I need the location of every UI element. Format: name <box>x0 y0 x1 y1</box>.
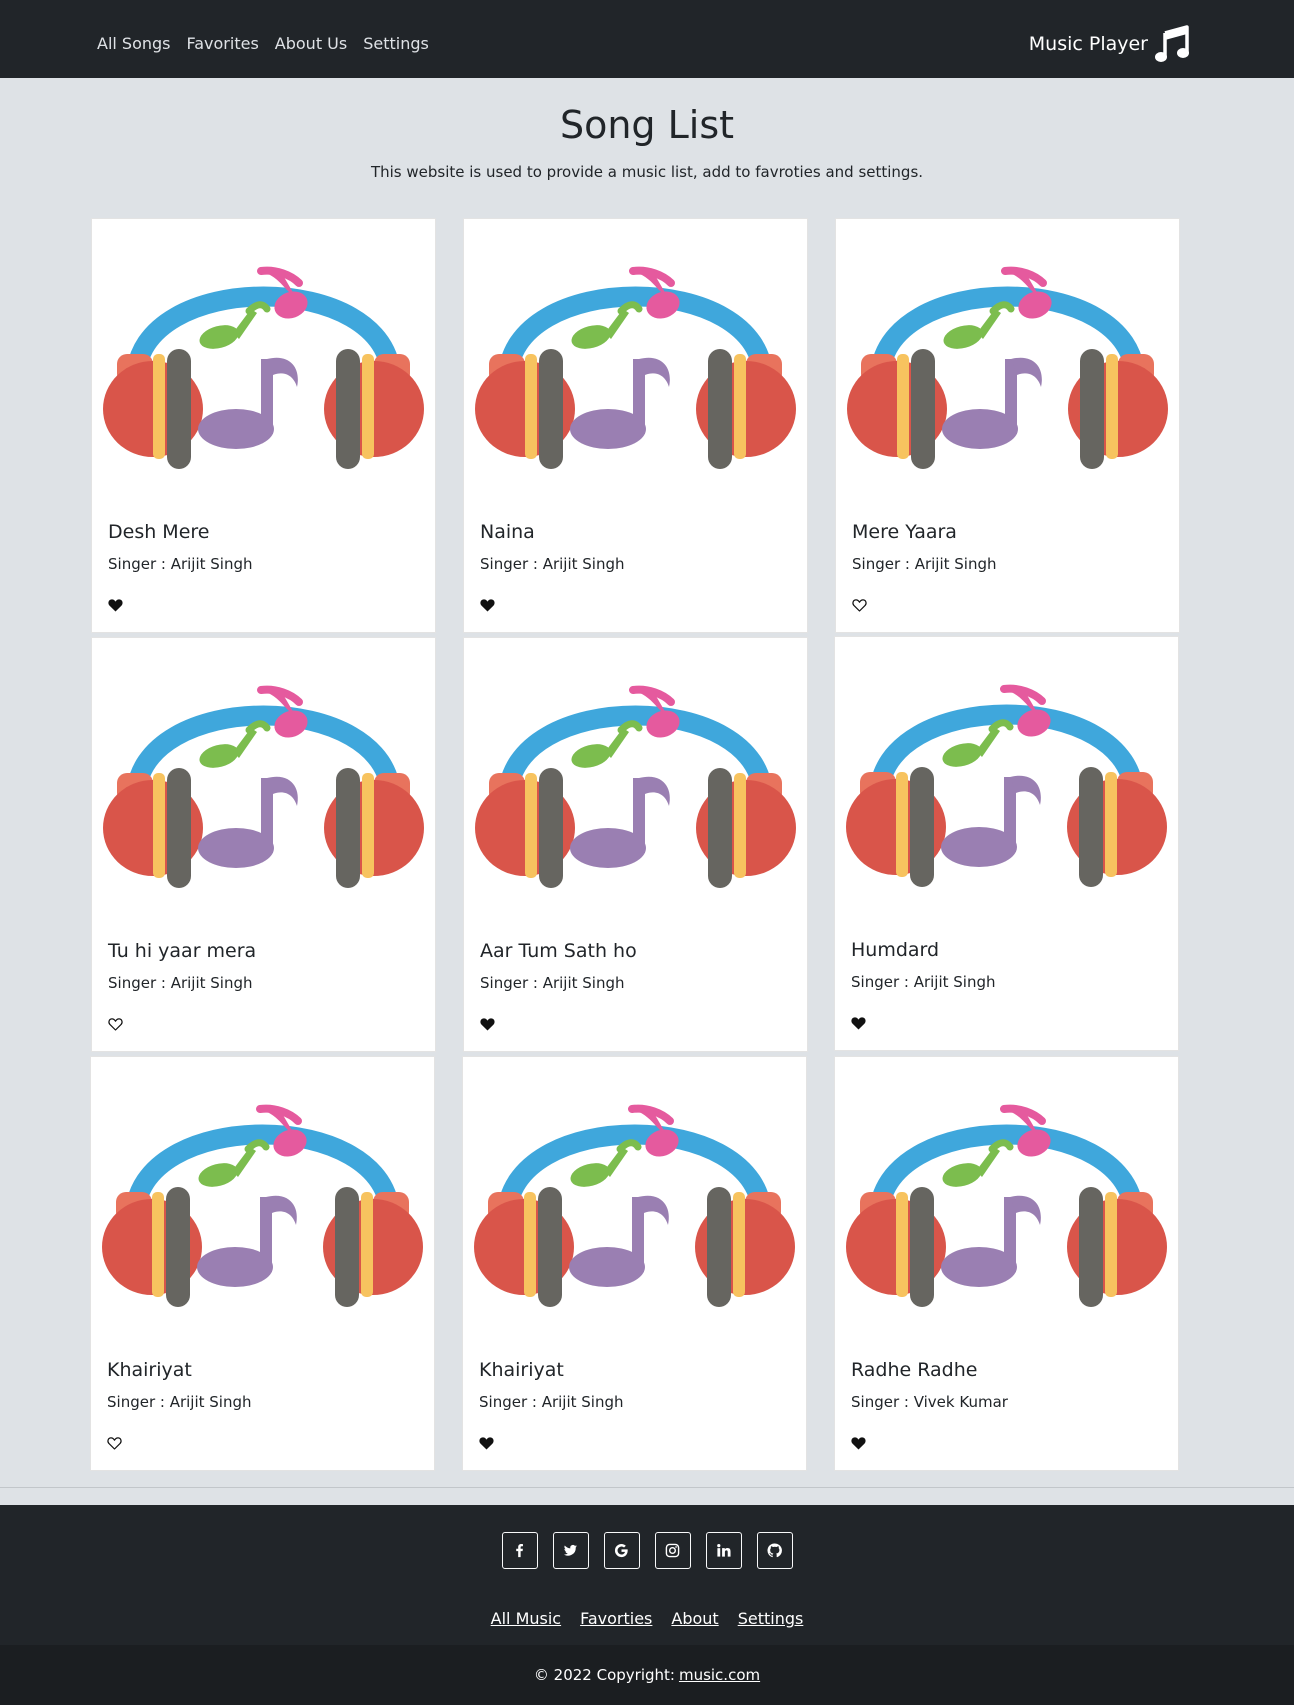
song-title: Tu hi yaar mera <box>108 940 257 962</box>
song-singer: Singer : Arijit Singh <box>108 555 253 573</box>
song-card[interactable]: Khairiyat Singer : Arijit Singh <box>462 1056 807 1471</box>
heart-filled-icon[interactable] <box>478 1435 495 1451</box>
music-note-icon <box>1155 25 1189 62</box>
song-singer: Singer : Arijit Singh <box>480 555 625 573</box>
song-title: Naina <box>480 521 535 543</box>
song-singer: Singer : Arijit Singh <box>108 974 253 992</box>
instagram-button[interactable] <box>654 1532 691 1569</box>
github-icon <box>767 1543 782 1558</box>
facebook-icon <box>516 1543 523 1558</box>
navbar: All Songs Favorites About Us Settings Mu… <box>0 0 1294 78</box>
heart-filled-icon[interactable] <box>850 1435 867 1451</box>
footer-link-all-music[interactable]: All Music <box>491 1609 561 1628</box>
heart-outline-icon[interactable] <box>851 597 868 613</box>
headphones-music-image <box>844 647 1169 912</box>
song-title: Humdard <box>851 939 940 961</box>
song-singer: Singer : Arijit Singh <box>852 555 997 573</box>
song-card[interactable]: Khairiyat Singer : Arijit Singh <box>90 1056 435 1471</box>
nav-links: All Songs Favorites About Us Settings <box>97 34 429 53</box>
copyright-bar: © 2022 Copyright: music.com <box>0 1645 1294 1705</box>
footer-link-favorites[interactable]: Favorties <box>580 1609 652 1628</box>
headphones-music-image <box>473 229 798 494</box>
song-singer: Singer : Arijit Singh <box>107 1393 252 1411</box>
social-buttons <box>0 1532 1294 1569</box>
nav-link-about-us[interactable]: About Us <box>275 34 347 53</box>
facebook-button[interactable] <box>501 1532 538 1569</box>
instagram-icon <box>665 1543 680 1558</box>
google-button[interactable] <box>603 1532 640 1569</box>
headphones-music-image <box>845 229 1170 494</box>
headphones-music-image <box>844 1067 1169 1332</box>
copyright-link[interactable]: music.com <box>679 1666 760 1684</box>
song-card[interactable]: Naina Singer : Arijit Singh <box>463 218 808 633</box>
song-singer: Singer : Vivek Kumar <box>851 1393 1008 1411</box>
page-subtitle: This website is used to provide a music … <box>370 163 924 181</box>
song-card[interactable]: Mere Yaara Singer : Arijit Singh <box>835 218 1180 633</box>
page-title: Song List <box>559 103 735 147</box>
song-card[interactable]: Aar Tum Sath ho Singer : Arijit Singh <box>463 637 808 1052</box>
heart-filled-icon[interactable] <box>107 597 124 613</box>
heart-filled-icon[interactable] <box>479 597 496 613</box>
song-card[interactable]: Desh Mere Singer : Arijit Singh <box>91 218 436 633</box>
headphones-music-image <box>473 648 798 913</box>
linkedin-icon <box>717 1544 731 1557</box>
song-singer: Singer : Arijit Singh <box>851 973 996 991</box>
headphones-music-image <box>101 229 426 494</box>
brand[interactable]: Music Player <box>1029 25 1190 63</box>
copyright-text: © 2022 Copyright: <box>533 1666 675 1684</box>
song-title: Mere Yaara <box>852 521 957 543</box>
twitter-button[interactable] <box>552 1532 589 1569</box>
google-icon <box>614 1543 628 1558</box>
nav-link-settings[interactable]: Settings <box>363 34 429 53</box>
song-card[interactable]: Tu hi yaar mera Singer : Arijit Singh <box>91 637 436 1052</box>
footer-link-about[interactable]: About <box>671 1609 718 1628</box>
divider <box>0 1487 1294 1488</box>
heart-filled-icon[interactable] <box>850 1015 867 1031</box>
song-card[interactable]: Radhe Radhe Singer : Vivek Kumar <box>834 1056 1179 1471</box>
song-title: Desh Mere <box>108 521 210 543</box>
github-button[interactable] <box>756 1532 793 1569</box>
song-title: Aar Tum Sath ho <box>480 940 637 962</box>
song-title: Khairiyat <box>479 1359 564 1381</box>
twitter-icon <box>563 1544 578 1556</box>
brand-name: Music Player <box>1028 33 1148 55</box>
heart-filled-icon[interactable] <box>479 1016 496 1032</box>
nav-link-all-songs[interactable]: All Songs <box>97 34 171 53</box>
song-singer: Singer : Arijit Singh <box>480 974 625 992</box>
headphones-music-image <box>472 1067 797 1332</box>
headphones-music-image <box>101 648 426 913</box>
song-title: Radhe Radhe <box>851 1359 978 1381</box>
song-singer: Singer : Arijit Singh <box>479 1393 624 1411</box>
song-card[interactable]: Humdard Singer : Arijit Singh <box>834 636 1179 1051</box>
heart-outline-icon[interactable] <box>107 1016 124 1032</box>
footer-links: All Music Favorties About Settings <box>0 1609 1294 1628</box>
heart-outline-icon[interactable] <box>106 1435 123 1451</box>
linkedin-button[interactable] <box>705 1532 742 1569</box>
footer: All Music Favorties About Settings © 202… <box>0 1505 1294 1705</box>
nav-link-favorites[interactable]: Favorites <box>187 34 259 53</box>
headphones-music-image <box>100 1067 425 1332</box>
footer-link-settings[interactable]: Settings <box>738 1609 804 1628</box>
song-title: Khairiyat <box>107 1359 192 1381</box>
